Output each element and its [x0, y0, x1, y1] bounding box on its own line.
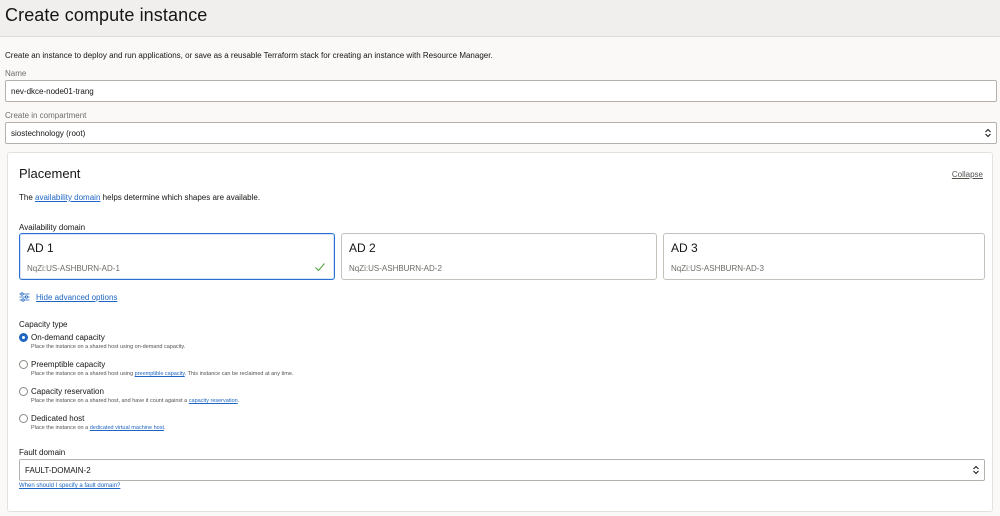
ad-card-name: AD 3 [671, 241, 698, 255]
desc-suffix: . This instance can be reclaimed at any … [184, 371, 294, 377]
capacity-option-desc: Place the instance on a shared host, and… [31, 397, 239, 405]
radio-unselected[interactable] [19, 387, 28, 396]
desc-prefix: Place the instance on a shared host, and… [31, 398, 188, 404]
dedicated-host-link[interactable]: dedicated virtual machine host [90, 425, 164, 431]
capacity-option-desc: Place the instance on a shared host usin… [31, 370, 293, 378]
sliders-icon [19, 292, 30, 302]
capacity-option-title: On-demand capacity [31, 333, 105, 342]
ad-card-name: AD 1 [27, 241, 54, 255]
intro-text: Create an instance to deploy and run app… [5, 51, 493, 60]
desc-prefix: Place the instance on a [31, 425, 89, 431]
name-input[interactable]: nev-dkce-node01-trang [5, 80, 997, 102]
select-arrows-icon [973, 465, 979, 475]
capacity-option-title: Capacity reservation [31, 387, 104, 396]
capacity-option-reservation[interactable]: Capacity reservation Place the instance … [19, 386, 239, 405]
desc-prefix: Place the instance on a shared host usin… [31, 371, 134, 377]
advanced-options-toggle[interactable]: Hide advanced options [19, 292, 117, 302]
preemptible-capacity-link[interactable]: preemptible capacity [135, 371, 185, 377]
capacity-option-desc: Place the instance on a dedicated virtua… [31, 424, 166, 432]
fault-domain-help-link[interactable]: When should I specify a fault domain? [19, 483, 120, 489]
capacity-option-preemptible[interactable]: Preemptible capacity Place the instance … [19, 359, 293, 378]
checkmark-icon [315, 263, 325, 272]
ad-card-2[interactable]: AD 2 NqZi:US-ASHBURN-AD-2 [341, 233, 657, 280]
ad-card-name: AD 2 [349, 241, 376, 255]
availability-domain-label: Availability domain [19, 223, 86, 232]
page-title: Create compute instance [5, 5, 208, 25]
capacity-type-label: Capacity type [19, 320, 68, 329]
capacity-option-title: Preemptible capacity [31, 360, 106, 369]
compartment-select[interactable]: siostechnology (root) [5, 122, 997, 144]
hide-advanced-options-link[interactable]: Hide advanced options [36, 293, 117, 302]
name-label: Name [5, 69, 27, 78]
availability-domain-link[interactable]: availability domain [35, 193, 100, 202]
compartment-select-value: siostechnology (root) [11, 128, 86, 138]
capacity-option-desc: Place the instance on a shared host usin… [31, 344, 186, 350]
capacity-option-title: Dedicated host [31, 414, 85, 423]
fault-domain-label: Fault domain [19, 448, 66, 457]
fault-domain-select[interactable]: FAULT-DOMAIN-2 [19, 459, 985, 481]
desc-suffix: . [164, 425, 166, 431]
ad-card-sub: NqZi:US-ASHBURN-AD-3 [671, 264, 764, 273]
collapse-link[interactable]: Collapse [952, 170, 983, 179]
radio-unselected[interactable] [19, 414, 28, 423]
placement-help: The availability domain helps determine … [19, 193, 260, 202]
ad-card-1[interactable]: AD 1 NqZi:US-ASHBURN-AD-1 [19, 233, 335, 280]
help-suffix: helps determine which shapes are availab… [102, 193, 261, 202]
help-prefix: The [19, 193, 33, 202]
name-input-value: nev-dkce-node01-trang [11, 86, 94, 96]
ad-card-sub: NqZi:US-ASHBURN-AD-1 [27, 264, 120, 273]
ad-card-3[interactable]: AD 3 NqZi:US-ASHBURN-AD-3 [663, 233, 985, 280]
ad-card-sub: NqZi:US-ASHBURN-AD-2 [349, 264, 442, 273]
radio-selected[interactable] [19, 333, 28, 342]
desc-suffix: . [237, 398, 240, 404]
compartment-label: Create in compartment [5, 111, 87, 120]
placement-section: Placement Collapse The availability doma… [7, 152, 993, 512]
page-header: Create compute instance [0, 0, 1000, 37]
capacity-reservation-link[interactable]: capacity reservation [189, 398, 238, 404]
placement-title: Placement [19, 166, 81, 181]
capacity-option-on-demand[interactable]: On-demand capacity Place the instance on… [19, 332, 185, 351]
capacity-option-dedicated-host[interactable]: Dedicated host Place the instance on a d… [19, 413, 166, 432]
fault-domain-select-value: FAULT-DOMAIN-2 [25, 465, 91, 475]
radio-unselected[interactable] [19, 360, 28, 369]
select-arrows-icon [985, 128, 991, 138]
